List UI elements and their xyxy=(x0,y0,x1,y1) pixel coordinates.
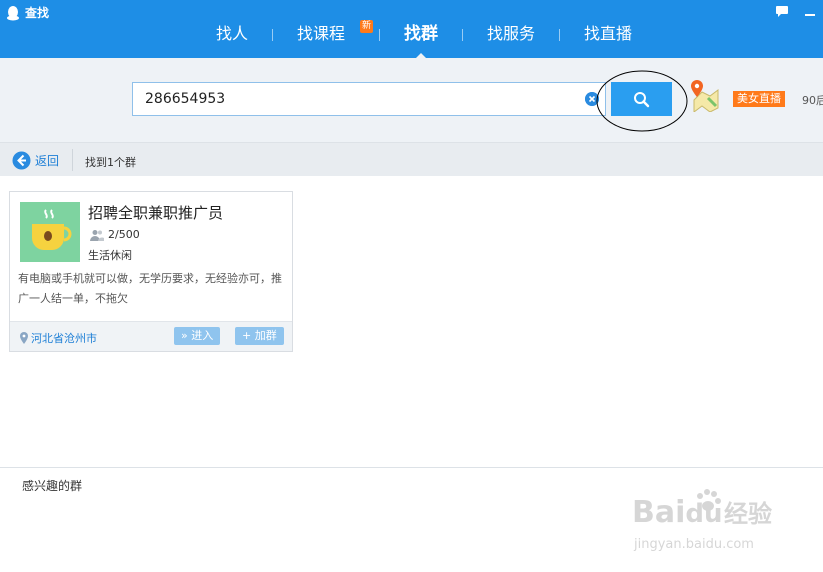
svg-text:经验: 经验 xyxy=(724,500,772,528)
window-controls xyxy=(775,4,817,18)
group-name[interactable]: 招聘全职兼职推广员 xyxy=(88,202,223,223)
feedback-icon[interactable] xyxy=(775,4,789,18)
svg-text:Baidu: Baidu xyxy=(632,495,723,530)
back-arrow-icon xyxy=(12,151,31,170)
tab-find-services[interactable]: 找服务 xyxy=(463,22,559,48)
group-location[interactable]: 河北省沧州市 xyxy=(20,330,97,346)
svg-text:jingyan.baidu.com: jingyan.baidu.com xyxy=(633,537,754,552)
join-group-button[interactable]: + 加群 xyxy=(235,327,284,345)
result-count: 找到1个群 xyxy=(85,156,136,169)
members-icon xyxy=(90,230,104,241)
minimize-icon[interactable] xyxy=(803,4,817,18)
qq-penguin-icon xyxy=(7,5,19,20)
live-extra-text[interactable]: 90后 xyxy=(802,92,823,108)
group-description: 有电脑或手机就可以做，无学历要求，无经验亦可，推广一人结一单，不拖欠 xyxy=(18,272,282,305)
tab-label: 找直播 xyxy=(584,24,633,43)
group-category: 生活休闲 xyxy=(88,249,132,262)
location-pin-icon xyxy=(20,332,28,344)
search-input[interactable] xyxy=(145,89,575,109)
back-label: 返回 xyxy=(35,154,60,168)
tab-label: 找人 xyxy=(216,24,249,43)
location-label: 河北省沧州市 xyxy=(31,332,97,345)
window-title: 查找 xyxy=(25,6,50,20)
tab-label: 找服务 xyxy=(487,24,536,43)
search-box xyxy=(132,82,606,116)
interest-title: 感兴趣的群 xyxy=(22,479,83,493)
baidu-jingyan-watermark: Baidu 经验 jingyan.baidu.com xyxy=(632,489,772,552)
highlight-circle-annotation xyxy=(596,70,688,132)
app-title: 查找 xyxy=(6,4,49,21)
tab-find-live[interactable]: 找直播 xyxy=(560,22,656,48)
tab-label: 找课程 xyxy=(297,24,346,43)
group-avatar-coffee-icon[interactable] xyxy=(20,202,80,262)
new-badge: 新 xyxy=(360,20,374,33)
live-badge[interactable]: 美女直播 xyxy=(733,91,785,107)
result-bar: 返回 找到1个群 xyxy=(0,142,823,176)
top-bar: 查找 找人 找课程 新 找群 找服务 找直播 xyxy=(0,0,823,59)
tab-find-people[interactable]: 找人 xyxy=(192,22,272,48)
tab-find-groups[interactable]: 找群 xyxy=(380,22,462,59)
back-button[interactable]: 返回 xyxy=(12,151,59,170)
divider xyxy=(72,149,73,171)
member-count: 2/500 xyxy=(108,228,140,241)
tab-label: 找群 xyxy=(404,24,439,44)
main-nav: 找人 找课程 新 找群 找服务 找直播 xyxy=(192,20,656,59)
group-card[interactable]: 招聘全职兼职推广员 2/500 生活休闲 有电脑或手机就可以做，无学历要求，无经… xyxy=(9,191,293,352)
card-footer: 河北省沧州市 » 进入 + 加群 xyxy=(10,321,292,351)
enter-group-button[interactable]: » 进入 xyxy=(174,327,221,345)
tab-find-courses[interactable]: 找课程 新 xyxy=(273,20,379,48)
map-location-icon[interactable] xyxy=(688,78,720,112)
